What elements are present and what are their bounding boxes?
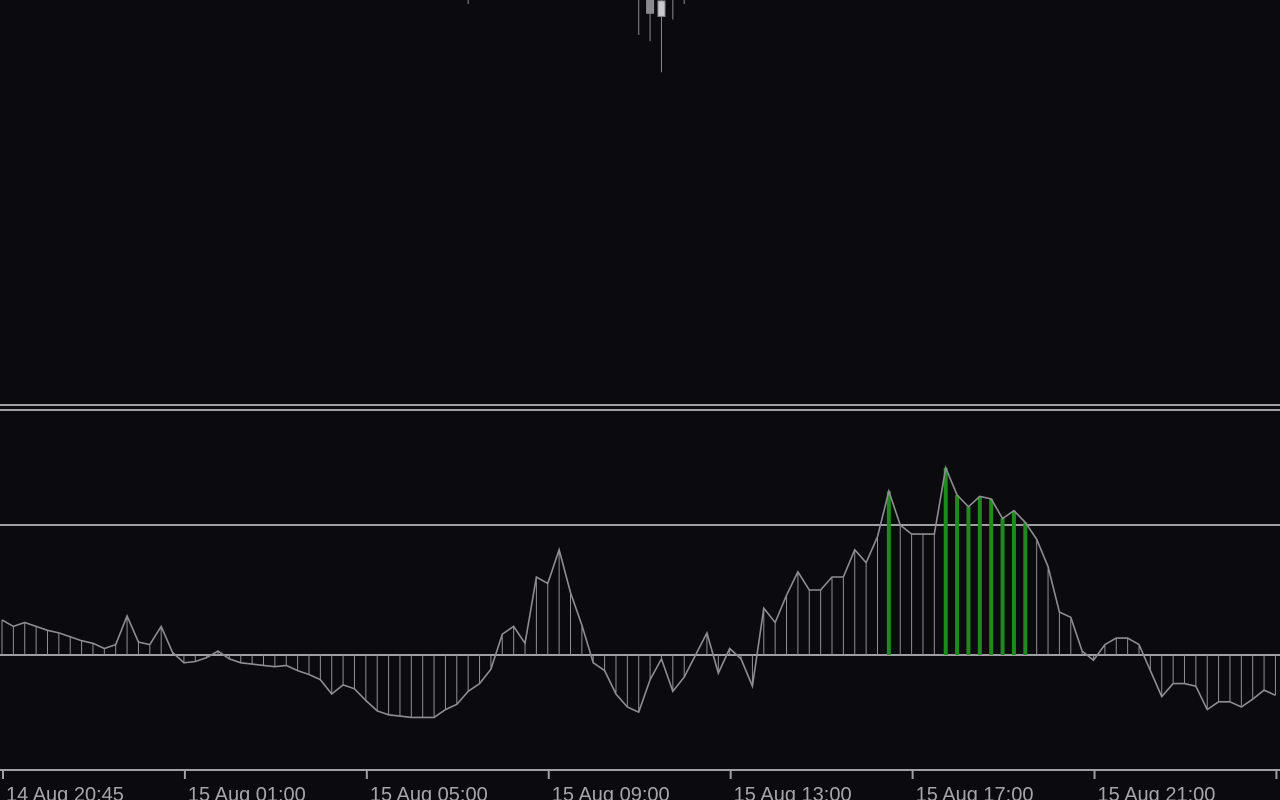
time-axis-tick-label: 15 Aug 09:00 bbox=[552, 784, 670, 800]
time-axis-tick-label: 14 Aug 20:45 bbox=[6, 784, 124, 800]
time-axis-tick-label: 15 Aug 01:00 bbox=[188, 784, 306, 800]
time-axis-tick-label: 15 Aug 05:00 bbox=[370, 784, 488, 800]
chart-background bbox=[0, 0, 1280, 800]
time-axis-tick-label: 15 Aug 17:00 bbox=[916, 784, 1034, 800]
time-axis-tick-label: 15 Aug 21:00 bbox=[1098, 784, 1216, 800]
candle-body bbox=[646, 0, 655, 14]
chart-root: 14 Aug 20:45 15 Aug 01:00 15 Aug 05:00 15 A… bbox=[0, 0, 1280, 800]
candle-body bbox=[657, 0, 666, 17]
time-axis-tick-label: 15 Aug 13:00 bbox=[734, 784, 852, 800]
